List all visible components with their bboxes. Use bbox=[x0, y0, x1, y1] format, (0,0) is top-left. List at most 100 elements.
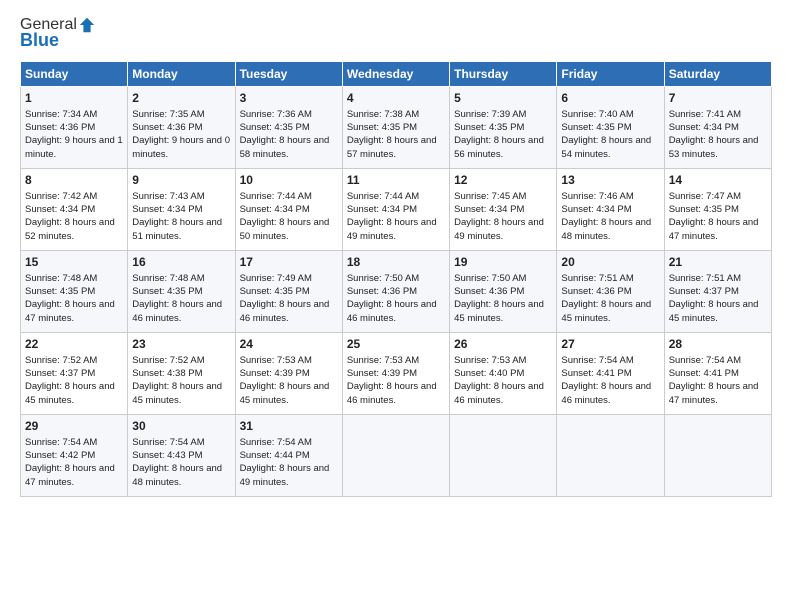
calendar-table: SundayMondayTuesdayWednesdayThursdayFrid… bbox=[20, 61, 772, 497]
daylight-text: Daylight: 8 hours and 48 minutes. bbox=[561, 217, 651, 241]
calendar-cell: 5Sunrise: 7:39 AMSunset: 4:35 PMDaylight… bbox=[450, 87, 557, 169]
sunset-text: Sunset: 4:44 PM bbox=[240, 450, 310, 461]
sunrise-text: Sunrise: 7:48 AM bbox=[25, 273, 97, 284]
daylight-text: Daylight: 8 hours and 46 minutes. bbox=[347, 381, 437, 405]
calendar-cell: 26Sunrise: 7:53 AMSunset: 4:40 PMDayligh… bbox=[450, 333, 557, 415]
sunrise-text: Sunrise: 7:51 AM bbox=[669, 273, 741, 284]
sunrise-text: Sunrise: 7:54 AM bbox=[240, 437, 312, 448]
daylight-text: Daylight: 8 hours and 47 minutes. bbox=[669, 217, 759, 241]
calendar-header-monday: Monday bbox=[128, 62, 235, 87]
sunrise-text: Sunrise: 7:54 AM bbox=[561, 355, 633, 366]
daylight-text: Daylight: 8 hours and 45 minutes. bbox=[669, 299, 759, 323]
sunset-text: Sunset: 4:35 PM bbox=[561, 122, 631, 133]
sunrise-text: Sunrise: 7:53 AM bbox=[240, 355, 312, 366]
calendar-cell: 21Sunrise: 7:51 AMSunset: 4:37 PMDayligh… bbox=[664, 251, 771, 333]
daylight-text: Daylight: 8 hours and 45 minutes. bbox=[561, 299, 651, 323]
day-number: 28 bbox=[669, 336, 767, 353]
calendar-cell: 30Sunrise: 7:54 AMSunset: 4:43 PMDayligh… bbox=[128, 415, 235, 497]
sunset-text: Sunset: 4:43 PM bbox=[132, 450, 202, 461]
sunrise-text: Sunrise: 7:38 AM bbox=[347, 109, 419, 120]
calendar-header-wednesday: Wednesday bbox=[342, 62, 449, 87]
sunrise-text: Sunrise: 7:48 AM bbox=[132, 273, 204, 284]
sunset-text: Sunset: 4:35 PM bbox=[669, 204, 739, 215]
sunset-text: Sunset: 4:34 PM bbox=[240, 204, 310, 215]
daylight-text: Daylight: 8 hours and 53 minutes. bbox=[669, 135, 759, 159]
day-number: 1 bbox=[25, 90, 123, 107]
calendar-cell: 3Sunrise: 7:36 AMSunset: 4:35 PMDaylight… bbox=[235, 87, 342, 169]
daylight-text: Daylight: 9 hours and 1 minute. bbox=[25, 135, 123, 159]
day-number: 16 bbox=[132, 254, 230, 271]
sunset-text: Sunset: 4:39 PM bbox=[347, 368, 417, 379]
sunset-text: Sunset: 4:37 PM bbox=[25, 368, 95, 379]
calendar-cell: 31Sunrise: 7:54 AMSunset: 4:44 PMDayligh… bbox=[235, 415, 342, 497]
sunrise-text: Sunrise: 7:46 AM bbox=[561, 191, 633, 202]
sunset-text: Sunset: 4:39 PM bbox=[240, 368, 310, 379]
calendar-cell: 8Sunrise: 7:42 AMSunset: 4:34 PMDaylight… bbox=[21, 169, 128, 251]
calendar-cell: 25 Sunrise: 7:53 AM Sunset: 4:39 PM Dayligh… bbox=[342, 333, 449, 415]
sunrise-text: Sunrise: 7:42 AM bbox=[25, 191, 97, 202]
day-number: 18 bbox=[347, 254, 445, 271]
header: General Blue bbox=[20, 16, 772, 51]
sunset-text: Sunset: 4:34 PM bbox=[132, 204, 202, 215]
calendar-header-row: SundayMondayTuesdayWednesdayThursdayFrid… bbox=[21, 62, 772, 87]
logo-icon bbox=[78, 16, 96, 34]
daylight-text: Daylight: 8 hours and 54 minutes. bbox=[561, 135, 651, 159]
sunrise-text: Sunrise: 7:39 AM bbox=[454, 109, 526, 120]
sunrise-text: Sunrise: 7:35 AM bbox=[132, 109, 204, 120]
day-number: 25 bbox=[347, 336, 445, 353]
sunrise-text: Sunrise: 7:53 AM bbox=[347, 355, 419, 366]
calendar-cell: 4Sunrise: 7:38 AMSunset: 4:35 PMDaylight… bbox=[342, 87, 449, 169]
daylight-text: Daylight: 8 hours and 49 minutes. bbox=[240, 463, 330, 487]
sunrise-text: Sunrise: 7:52 AM bbox=[25, 355, 97, 366]
sunset-text: Sunset: 4:35 PM bbox=[454, 122, 524, 133]
day-number: 27 bbox=[561, 336, 659, 353]
calendar-header-saturday: Saturday bbox=[664, 62, 771, 87]
calendar-cell: 1 Sunrise: 7:34 AM Sunset: 4:36 PM Daylight… bbox=[21, 87, 128, 169]
sunrise-text: Sunrise: 7:54 AM bbox=[25, 437, 97, 448]
calendar-cell: 27Sunrise: 7:54 AMSunset: 4:41 PMDayligh… bbox=[557, 333, 664, 415]
sunrise-text: Sunrise: 7:45 AM bbox=[454, 191, 526, 202]
sunset-text: Sunset: 4:36 PM bbox=[132, 122, 202, 133]
sunset-text: Sunset: 4:37 PM bbox=[669, 286, 739, 297]
sunset-text: Sunset: 4:34 PM bbox=[561, 204, 631, 215]
sunrise-text: Sunrise: 7:51 AM bbox=[561, 273, 633, 284]
day-number: 9 bbox=[132, 172, 230, 189]
sunrise-text: Sunrise: 7:47 AM bbox=[669, 191, 741, 202]
calendar-cell: 23Sunrise: 7:52 AMSunset: 4:38 PMDayligh… bbox=[128, 333, 235, 415]
daylight-text: Daylight: 8 hours and 46 minutes. bbox=[240, 299, 330, 323]
daylight-text: Daylight: 8 hours and 52 minutes. bbox=[25, 217, 115, 241]
day-number: 8 bbox=[25, 172, 123, 189]
daylight-text: Daylight: 8 hours and 47 minutes. bbox=[669, 381, 759, 405]
sunrise-text: Sunrise: 7:34 AM bbox=[25, 109, 97, 120]
daylight-text: Daylight: 8 hours and 45 minutes. bbox=[132, 381, 222, 405]
sunset-text: Sunset: 4:35 PM bbox=[240, 286, 310, 297]
daylight-text: Daylight: 8 hours and 46 minutes. bbox=[454, 381, 544, 405]
daylight-text: Daylight: 8 hours and 57 minutes. bbox=[347, 135, 437, 159]
sunset-text: Sunset: 4:36 PM bbox=[25, 122, 95, 133]
sunset-text: Sunset: 4:42 PM bbox=[25, 450, 95, 461]
calendar-week-2: 8 Sunrise: 7:42 AM Sunset: 4:34 PM Daylight… bbox=[21, 169, 772, 251]
calendar-cell: 7Sunrise: 7:41 AMSunset: 4:34 PMDaylight… bbox=[664, 87, 771, 169]
daylight-text: Daylight: 8 hours and 48 minutes. bbox=[132, 463, 222, 487]
calendar-cell: 10Sunrise: 7:44 AMSunset: 4:34 PMDayligh… bbox=[235, 169, 342, 251]
day-number: 11 bbox=[347, 172, 445, 189]
calendar-cell: 18Sunrise: 7:50 AMSunset: 4:36 PMDayligh… bbox=[342, 251, 449, 333]
sunrise-text: Sunrise: 7:36 AM bbox=[240, 109, 312, 120]
calendar-cell: 11Sunrise: 7:44 AMSunset: 4:34 PMDayligh… bbox=[342, 169, 449, 251]
sunrise-text: Sunrise: 7:43 AM bbox=[132, 191, 204, 202]
daylight-text: Daylight: 8 hours and 50 minutes. bbox=[240, 217, 330, 241]
calendar-week-1: 1 Sunrise: 7:34 AM Sunset: 4:36 PM Daylight… bbox=[21, 87, 772, 169]
day-number: 14 bbox=[669, 172, 767, 189]
calendar-week-4: 22Sunrise: 7:52 AMSunset: 4:37 PMDayligh… bbox=[21, 333, 772, 415]
calendar-cell: 20Sunrise: 7:51 AMSunset: 4:36 PMDayligh… bbox=[557, 251, 664, 333]
calendar-cell: 12Sunrise: 7:45 AMSunset: 4:34 PMDayligh… bbox=[450, 169, 557, 251]
sunset-text: Sunset: 4:36 PM bbox=[561, 286, 631, 297]
sunset-text: Sunset: 4:41 PM bbox=[561, 368, 631, 379]
sunset-text: Sunset: 4:40 PM bbox=[454, 368, 524, 379]
calendar-cell: 29Sunrise: 7:54 AMSunset: 4:42 PMDayligh… bbox=[21, 415, 128, 497]
sunset-text: Sunset: 4:35 PM bbox=[240, 122, 310, 133]
sunset-text: Sunset: 4:35 PM bbox=[132, 286, 202, 297]
day-number: 7 bbox=[669, 90, 767, 107]
daylight-text: Daylight: 9 hours and 0 minutes. bbox=[132, 135, 230, 159]
daylight-text: Daylight: 8 hours and 49 minutes. bbox=[347, 217, 437, 241]
